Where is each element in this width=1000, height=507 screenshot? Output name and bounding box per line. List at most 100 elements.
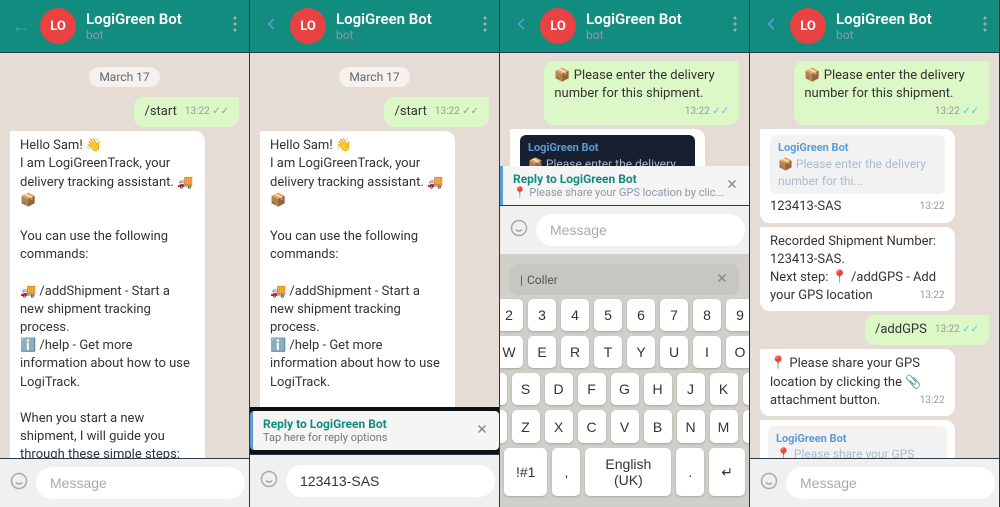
key-backspace[interactable]: ⌫ — [743, 410, 751, 443]
key-S[interactable]: S — [512, 373, 540, 405]
key-G[interactable]: G — [611, 373, 639, 405]
nested-incoming-message: LogiGreen Bot 📦 Please enter the deliver… — [760, 129, 955, 222]
more-icon[interactable] — [733, 15, 737, 38]
key-8[interactable]: 8 — [693, 299, 721, 331]
header-info: LogiGreen Bot bot — [86, 10, 223, 42]
nested-quote: LogiGreen Bot 📦 Please enter the deliver… — [520, 135, 695, 166]
key-enter[interactable]: ↵ — [709, 448, 745, 496]
key-X[interactable]: X — [545, 410, 573, 443]
key-O[interactable]: O — [726, 336, 750, 368]
reply-to-name: Reply to LogiGreen Bot — [513, 172, 725, 186]
nested-text: 📍 Please share your GPS location... — [776, 446, 939, 458]
key-F[interactable]: F — [578, 373, 606, 405]
outgoing-message: /start 13:22 ✓✓ — [384, 97, 489, 127]
message-input[interactable] — [536, 214, 745, 246]
key-L[interactable]: L — [743, 373, 751, 405]
back-button[interactable] — [762, 15, 780, 38]
emoji-icon[interactable] — [10, 472, 28, 495]
key-T[interactable]: T — [594, 336, 622, 368]
emoji-icon[interactable] — [510, 219, 528, 242]
avatar: LO — [540, 8, 576, 44]
message-input[interactable] — [786, 467, 995, 499]
bot-status: bot — [586, 28, 723, 42]
message-time: 13:22 ✓✓ — [935, 105, 979, 119]
key-H[interactable]: H — [644, 373, 672, 405]
outgoing-message: 📦 Please enter the delivery number for t… — [544, 61, 739, 125]
more-icon[interactable] — [233, 15, 237, 38]
coller-close[interactable] — [715, 270, 729, 289]
key-space[interactable]: English (UK) — [585, 448, 671, 496]
message-time: 13:22 ✓✓ — [185, 105, 229, 119]
bot-status: bot — [86, 28, 223, 42]
message-time: 13:22 — [920, 200, 945, 214]
chat-header: LO LogiGreen Bot bot — [750, 0, 999, 53]
key-E[interactable]: E — [528, 336, 556, 368]
message-text: 📦 Please enter the delivery number for t… — [804, 68, 964, 101]
back-button[interactable]: ← — [12, 16, 30, 37]
back-button[interactable] — [262, 15, 280, 38]
message-text: /start — [144, 104, 176, 119]
nested-incoming-message: LogiGreen Bot 📦 Please enter the deliver… — [510, 129, 705, 166]
message-text: Hello Sam! 👋 I am LogiGreenTrack, your d… — [20, 138, 193, 458]
key-W[interactable]: W — [500, 336, 523, 368]
keyboard-row-3: ASDFGHJKL — [504, 373, 745, 405]
bot-name-small: LogiGreen Bot — [778, 140, 937, 155]
key-J[interactable]: J — [677, 373, 705, 405]
message-time: 13:22 — [920, 289, 945, 303]
message-input[interactable] — [286, 465, 495, 497]
key-6[interactable]: 6 — [627, 299, 655, 331]
key-D[interactable]: D — [545, 373, 573, 405]
reply-preview: 📍 Please share your GPS location by clic… — [513, 186, 725, 199]
chat-body: 📦 Please enter the delivery number for t… — [500, 53, 749, 166]
reply-close-button[interactable] — [725, 176, 739, 195]
incoming-message: Hello Sam! 👋 I am LogiGreenTrack, your d… — [10, 131, 205, 458]
keyboard-row-2: QWERTYUIOP — [504, 336, 745, 368]
chat-input-area — [750, 458, 999, 507]
key-3[interactable]: 3 — [528, 299, 556, 331]
chat-body: 📦 Please enter the delivery number for t… — [750, 53, 999, 458]
key-C[interactable]: C — [578, 410, 606, 443]
reply-preview: Tap here for reply options — [263, 431, 475, 444]
message-text: /addGPS — [875, 322, 927, 337]
key-K[interactable]: K — [710, 373, 738, 405]
reply-close-button[interactable] — [475, 421, 489, 440]
key-B[interactable]: B — [644, 410, 672, 443]
key-special[interactable]: !#1 — [504, 448, 547, 496]
key-U[interactable]: U — [660, 336, 688, 368]
incoming-message: Recorded Shipment Number: 123413-SAS. Ne… — [760, 227, 955, 312]
chat-body: March 17 /start 13:22 ✓✓ Hello Sam! 👋 I … — [0, 53, 249, 458]
key-Z[interactable]: Z — [512, 410, 540, 443]
nested-text: 📦 Please enter the delivery number for t… — [778, 156, 937, 190]
key-Y[interactable]: Y — [627, 336, 655, 368]
emoji-icon[interactable] — [760, 472, 778, 495]
key-V[interactable]: V — [611, 410, 639, 443]
back-button[interactable] — [512, 15, 530, 38]
emoji-icon[interactable] — [260, 470, 278, 493]
more-icon[interactable] — [983, 15, 987, 38]
key-5[interactable]: 5 — [594, 299, 622, 331]
keyboard-row-5: !#1 , English (UK) . ↵ — [504, 448, 745, 496]
bot-name: LogiGreen Bot — [336, 10, 473, 28]
key-shift[interactable]: ⇧ — [500, 410, 507, 443]
bot-name-small: LogiGreen Bot — [776, 431, 939, 446]
incoming-message: 📍 Please share your GPS location by clic… — [760, 349, 955, 416]
key-A[interactable]: A — [500, 373, 507, 405]
key-9[interactable]: 9 — [726, 299, 750, 331]
key-2[interactable]: 2 — [500, 299, 523, 331]
outgoing-message: /addGPS 13:22 ✓✓ — [865, 315, 989, 345]
reply-bar[interactable]: Reply to LogiGreen Bot Tap here for repl… — [250, 411, 499, 450]
key-7[interactable]: 7 — [660, 299, 688, 331]
key-R[interactable]: R — [561, 336, 589, 368]
key-M[interactable]: M — [710, 410, 738, 443]
key-I[interactable]: I — [693, 336, 721, 368]
outgoing-message: 📦 Please enter the delivery number for t… — [794, 61, 989, 125]
key-period[interactable]: . — [676, 448, 704, 496]
key-N[interactable]: N — [677, 410, 705, 443]
key-comma[interactable]: , — [552, 448, 580, 496]
reply-bar[interactable]: Reply to LogiGreen Bot 📍 Please share yo… — [500, 166, 749, 205]
more-icon[interactable] — [483, 15, 487, 38]
message-input[interactable] — [36, 467, 245, 499]
key-4[interactable]: 4 — [561, 299, 589, 331]
message-text: 📦 Please enter the delivery number for t… — [554, 68, 714, 101]
reply-bar-content: Reply to LogiGreen Bot 📍 Please share yo… — [513, 172, 725, 199]
